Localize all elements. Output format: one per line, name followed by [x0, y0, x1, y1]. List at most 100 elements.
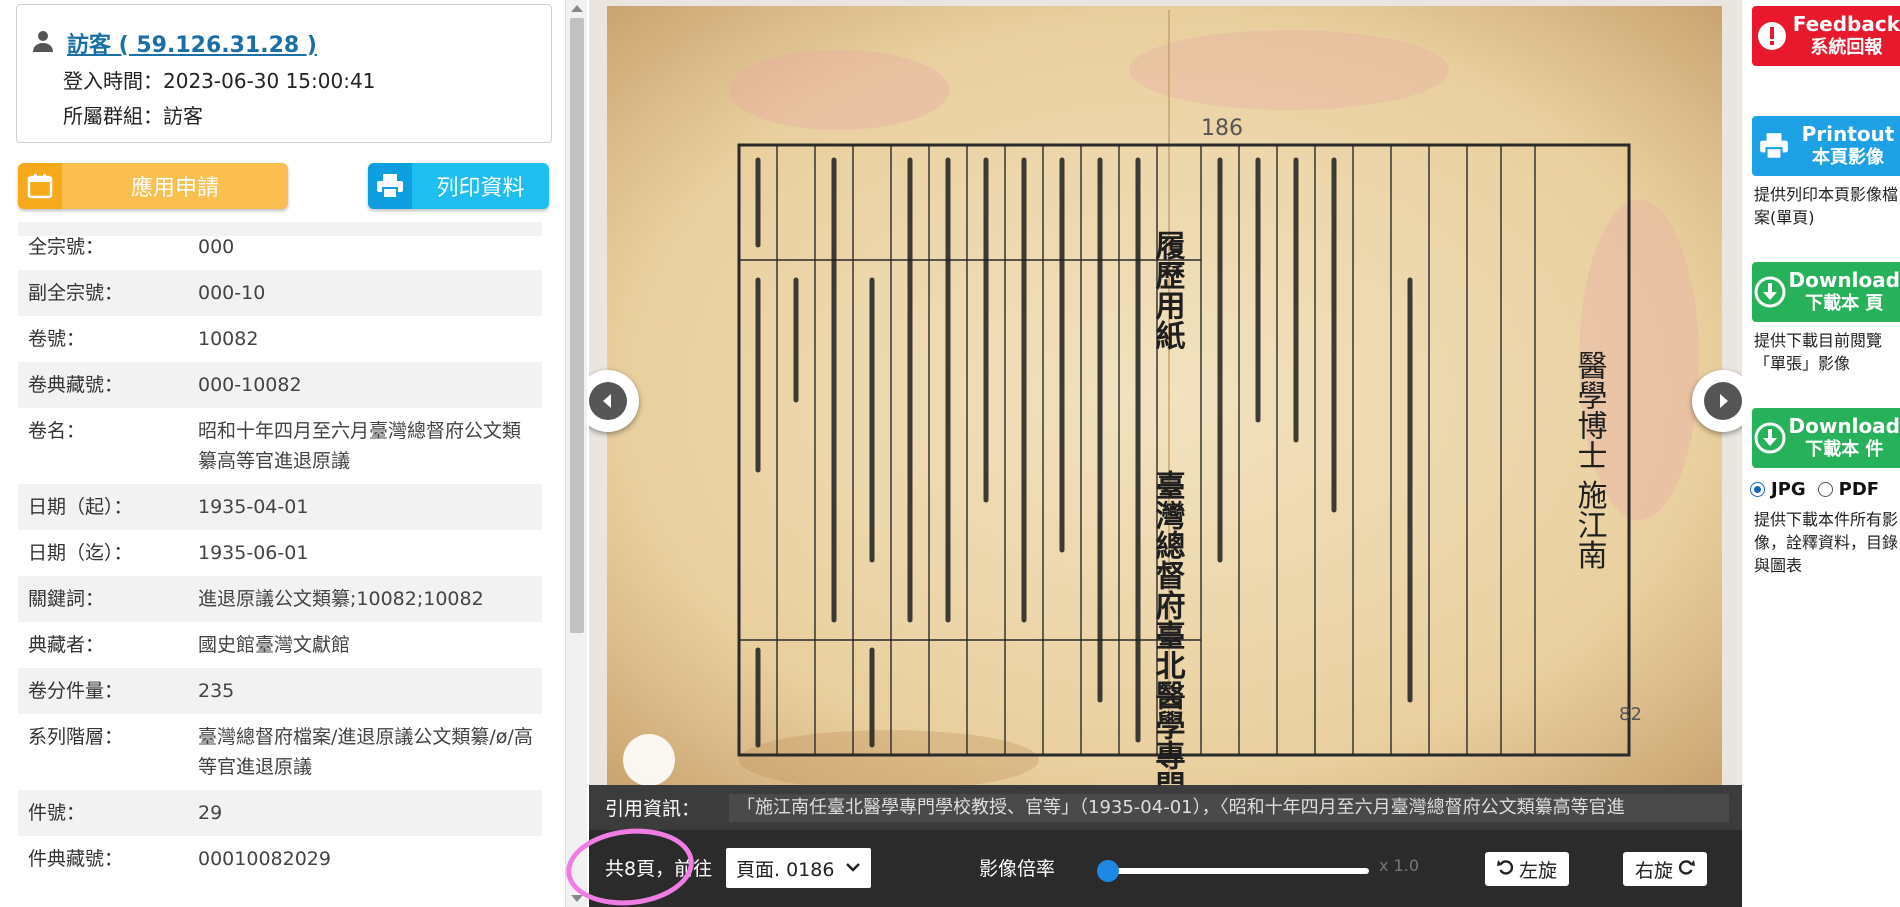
- metadata-value: 10082: [198, 328, 259, 350]
- metadata-key: 典藏者：: [28, 634, 105, 656]
- feedback-en: Feedback: [1792, 12, 1900, 36]
- metadata-key: 日期（迄）：: [28, 542, 133, 564]
- left-scrollbar[interactable]: [565, 0, 587, 907]
- metadata-row: 卷號： 10082: [18, 316, 542, 362]
- page-select[interactable]: 頁面. 0186: [726, 848, 871, 888]
- printer-icon: [1752, 116, 1796, 176]
- metadata-row: 日期（起）： 1935-04-01: [18, 484, 542, 530]
- metadata-key: 副全宗號：: [28, 282, 124, 304]
- metadata-value: 235: [198, 680, 235, 702]
- metadata-row: 卷分件量： 235: [18, 668, 542, 714]
- metadata-row: 件號： 29: [18, 790, 542, 836]
- printout-description: 提供列印本頁影像檔案(單頁): [1754, 185, 1899, 227]
- metadata-value: 臺灣總督府檔案/進退原議公文類纂/ø/高等官進退原議: [198, 726, 533, 778]
- metadata-key: 卷名：: [28, 420, 86, 442]
- alert-icon: [1752, 6, 1793, 66]
- login-time: 登入時間：2023-06-30 15:00:41: [63, 69, 376, 93]
- printer-icon: [368, 163, 412, 209]
- metadata-value: 進退原議公文類纂;10082;10082: [198, 588, 484, 610]
- viewer-controls: 共8頁，前往 頁面. 0186 影像倍率 x 1.0 左旋 右旋: [589, 830, 1742, 907]
- rotate-right-button[interactable]: 右旋: [1623, 852, 1707, 886]
- download-page-description: 提供下載目前閱覽「單張」影像: [1754, 331, 1883, 373]
- metadata-key: 日期（起）：: [28, 496, 133, 518]
- feedback-zh: 系統回報: [1810, 37, 1883, 58]
- metadata-value: 1935-04-01: [198, 496, 309, 518]
- metadata-value: 000-10082: [198, 374, 302, 396]
- citation-bar: 引用資訊： 「施江南任臺北醫學專門學校教授、官等」（1935-04-01），〈昭…: [589, 785, 1742, 830]
- download-icon: [1752, 408, 1789, 468]
- metadata-row: 典藏者： 國史館臺灣文獻館: [18, 622, 542, 668]
- doc-school: 臺灣總督府臺北醫學專門學校: [1150, 470, 1186, 785]
- doc-page-mark-2: 82: [1619, 704, 1642, 725]
- arrow-right-icon: [1704, 382, 1742, 420]
- printout-button[interactable]: Printout 本頁影像: [1752, 116, 1900, 176]
- format-pdf-label: PDF: [1838, 479, 1880, 500]
- zoom-slider-handle[interactable]: [1097, 860, 1119, 882]
- arrow-left-icon: [589, 382, 627, 420]
- download-page-en: Download: [1788, 268, 1900, 292]
- metadata-key: 系列階層：: [28, 726, 124, 748]
- download-item-en: Download: [1788, 414, 1900, 438]
- citation-text[interactable]: 「施江南任臺北醫學專門學校教授、官等」（1935-04-01），〈昭和十年四月至…: [729, 793, 1729, 822]
- zoom-value: x 1.0: [1379, 856, 1419, 875]
- scroll-up-icon[interactable]: [571, 5, 583, 12]
- doc-person: 醫學博士 施江南: [1572, 350, 1608, 570]
- format-pdf-radio[interactable]: [1817, 482, 1833, 497]
- print-button-label: 列印資料: [436, 176, 525, 201]
- metadata-key: 件號：: [28, 802, 86, 824]
- metadata-value: 000: [198, 236, 235, 258]
- feedback-button[interactable]: Feedback 系統回報: [1752, 6, 1900, 66]
- print-button[interactable]: 列印資料: [368, 163, 549, 209]
- rotate-left-label: 左旋: [1518, 859, 1557, 882]
- user-info-box: 訪客 ( 59.126.31.28 ) 登入時間：2023-06-30 15:0…: [16, 4, 552, 143]
- metadata-value: 000-10: [198, 282, 266, 304]
- metadata-value: 國史館臺灣文獻館: [198, 634, 351, 656]
- metadata-key: 卷典藏號：: [28, 374, 124, 396]
- metadata-key: 件典藏號：: [28, 848, 124, 870]
- format-jpg-radio[interactable]: [1750, 482, 1765, 497]
- page-select-value: 頁面. 0186: [736, 858, 835, 881]
- metadata-value: 1935-06-01: [198, 542, 309, 564]
- right-panel: Feedback 系統回報 Printout 本頁影像 提供列印本頁影像檔案(單頁)…: [1742, 0, 1900, 907]
- document-image[interactable]: 186 82 履歷用紙 臺灣總督府臺北醫學專門學校 醫學博士 施江南: [589, 0, 1742, 785]
- format-jpg-label: JPG: [1771, 479, 1806, 500]
- rotate-left-icon: [1496, 858, 1515, 881]
- download-page-button[interactable]: Download 下載本 頁: [1752, 262, 1900, 322]
- download-item-zh: 下載本 件: [1805, 439, 1884, 460]
- metadata-row: 件典藏號： 00010082029: [18, 836, 542, 882]
- image-viewer: 186 82 履歷用紙 臺灣總督府臺北醫學專門學校 醫學博士 施江南 引用資訊：…: [589, 0, 1742, 907]
- apply-button-label: 應用申請: [130, 176, 219, 201]
- metadata-list: 全宗號： 000 副全宗號： 000-10 卷號： 10082 卷典藏號： 000-10082…: [18, 224, 542, 907]
- user-group: 所屬群組：訪客: [63, 104, 203, 128]
- metadata-row: 日期（迄）： 1935-06-01: [18, 530, 542, 576]
- printout-en: Printout: [1801, 122, 1895, 146]
- download-item-description: 提供下載本件所有影像，詮釋資料，目錄與圖表: [1754, 510, 1899, 575]
- zoom-label: 影像倍率: [979, 858, 1056, 880]
- download-icon: [1752, 262, 1789, 322]
- zoom-slider-track[interactable]: [1101, 868, 1369, 874]
- rotate-right-icon: [1677, 858, 1695, 881]
- printout-zh: 本頁影像: [1812, 147, 1884, 168]
- citation-label: 引用資訊：: [605, 798, 701, 820]
- metadata-key: 全宗號：: [28, 236, 105, 258]
- scrollbar-thumb[interactable]: [570, 18, 584, 633]
- metadata-row: 系列階層： 臺灣總督府檔案/進退原議公文類纂/ø/高等官進退原議: [18, 714, 542, 790]
- scroll-down-icon[interactable]: [571, 895, 583, 902]
- rotate-left-button[interactable]: 左旋: [1485, 852, 1569, 886]
- download-item-button[interactable]: Download 下載本 件: [1752, 408, 1900, 468]
- download-page-zh: 下載本 頁: [1805, 293, 1884, 314]
- document-scan: 186 82 履歷用紙 臺灣總督府臺北醫學專門學校 醫學博士 施江南: [589, 0, 1742, 785]
- app-root: 訪客 ( 59.126.31.28 ) 登入時間：2023-06-30 15:0…: [0, 0, 1900, 907]
- metadata-row: 卷名： 昭和十年四月至六月臺灣總督府公文類纂高等官進退原議: [18, 408, 542, 484]
- apply-button[interactable]: 應用申請: [18, 163, 288, 209]
- calendar-icon: [18, 163, 62, 209]
- rotate-right-label: 右旋: [1634, 859, 1673, 882]
- chevron-down-icon: [845, 858, 861, 880]
- user-name-link[interactable]: 訪客 ( 59.126.31.28 ): [67, 27, 317, 59]
- metadata-row: 副全宗號： 000-10: [18, 270, 542, 316]
- metadata-row: 卷典藏號： 000-10082: [18, 362, 542, 408]
- metadata-value: 00010082029: [198, 848, 331, 870]
- user-icon: [31, 29, 55, 53]
- metadata-value: 29: [198, 802, 223, 824]
- format-options: JPG PDF: [1750, 479, 1879, 500]
